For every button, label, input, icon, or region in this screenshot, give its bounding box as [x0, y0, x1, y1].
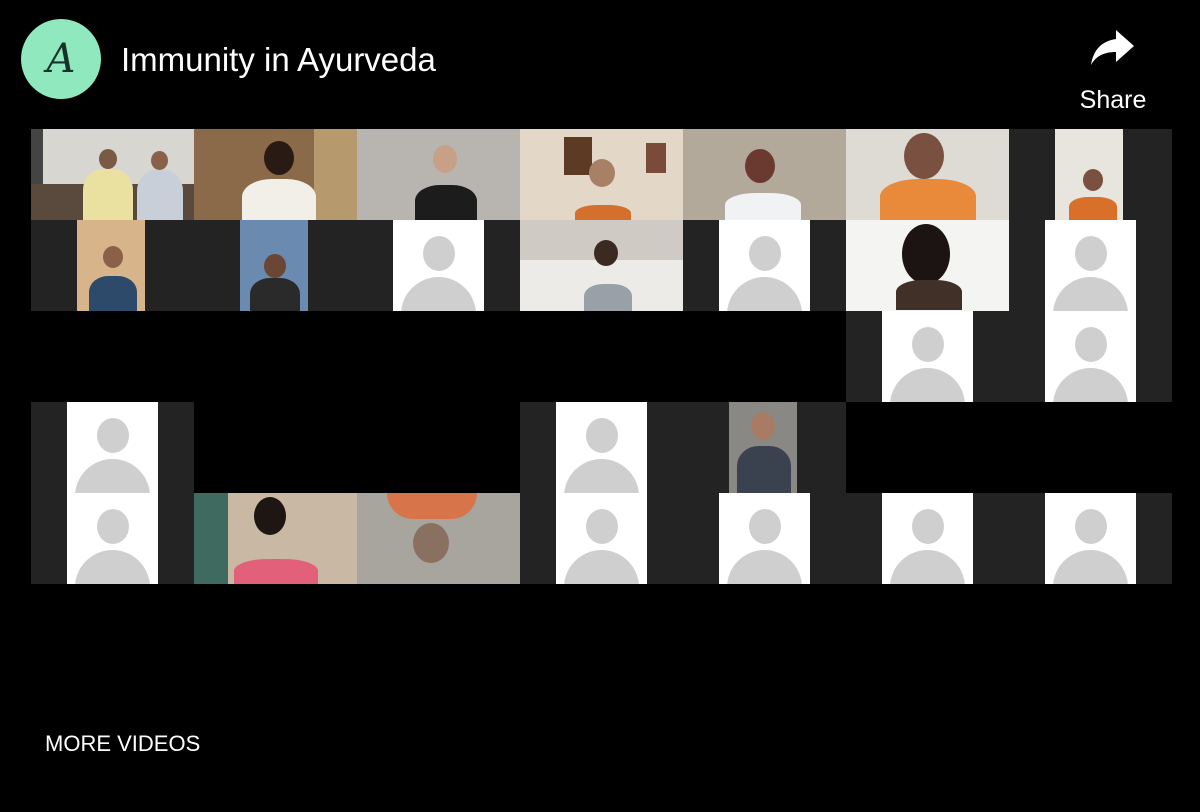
video-title[interactable]: Immunity in Ayurveda — [121, 41, 436, 79]
participant-tile — [357, 220, 520, 311]
participant-tile — [1009, 493, 1172, 584]
participant-tile — [520, 402, 683, 493]
participant-grid — [31, 129, 1172, 585]
user-silhouette-icon — [882, 493, 973, 584]
participant-tile — [683, 220, 846, 311]
user-silhouette-icon — [556, 493, 647, 584]
participant-video — [846, 129, 1009, 220]
participant-video — [520, 129, 683, 220]
user-silhouette-icon — [882, 311, 973, 402]
participant-tile — [683, 129, 846, 220]
participant-video — [31, 129, 194, 220]
participant-tile — [683, 402, 846, 493]
user-silhouette-icon — [67, 402, 158, 493]
participant-video — [1055, 129, 1123, 220]
user-silhouette-icon — [1045, 493, 1136, 584]
user-silhouette-icon — [719, 220, 810, 311]
participant-video — [729, 402, 797, 493]
participant-video — [520, 220, 683, 311]
channel-initial: A — [46, 36, 76, 82]
share-arrow-icon — [1091, 30, 1134, 65]
participant-video — [194, 493, 357, 584]
user-silhouette-icon — [1045, 220, 1136, 311]
participant-tile — [520, 220, 683, 311]
user-silhouette-icon — [1045, 311, 1136, 402]
participant-tile — [683, 493, 846, 584]
participant-tile — [357, 493, 520, 584]
participant-tile — [520, 493, 683, 584]
user-silhouette-icon — [719, 493, 810, 584]
video-header: A Immunity in Ayurveda Share — [0, 0, 1200, 125]
participant-tile — [846, 493, 1009, 584]
participant-video — [846, 220, 1009, 311]
participant-video — [683, 129, 846, 220]
participant-tile — [31, 402, 194, 493]
participant-tile — [1009, 220, 1172, 311]
participant-tile — [846, 220, 1009, 311]
user-silhouette-icon — [67, 493, 158, 584]
participant-tile — [846, 129, 1009, 220]
participant-video — [77, 220, 145, 311]
participant-tile — [520, 129, 683, 220]
participant-tile — [846, 311, 1009, 402]
participant-tile — [31, 129, 194, 220]
participant-tile — [1009, 129, 1172, 220]
participant-tile — [357, 129, 520, 220]
participant-video — [240, 220, 308, 311]
participant-tile — [194, 129, 357, 220]
participant-video — [357, 493, 520, 584]
share-button[interactable]: Share — [1070, 26, 1156, 118]
participant-tile — [31, 220, 194, 311]
participant-tile — [31, 493, 194, 584]
participant-tile — [194, 493, 357, 584]
more-videos-button[interactable]: MORE VIDEOS — [45, 731, 200, 757]
user-silhouette-icon — [556, 402, 647, 493]
share-label: Share — [1079, 86, 1147, 114]
participant-tile — [1009, 311, 1172, 402]
participant-video — [357, 129, 520, 220]
user-silhouette-icon — [393, 220, 484, 311]
participant-tile — [194, 220, 357, 311]
channel-avatar[interactable]: A — [21, 19, 101, 99]
participant-video — [194, 129, 357, 220]
